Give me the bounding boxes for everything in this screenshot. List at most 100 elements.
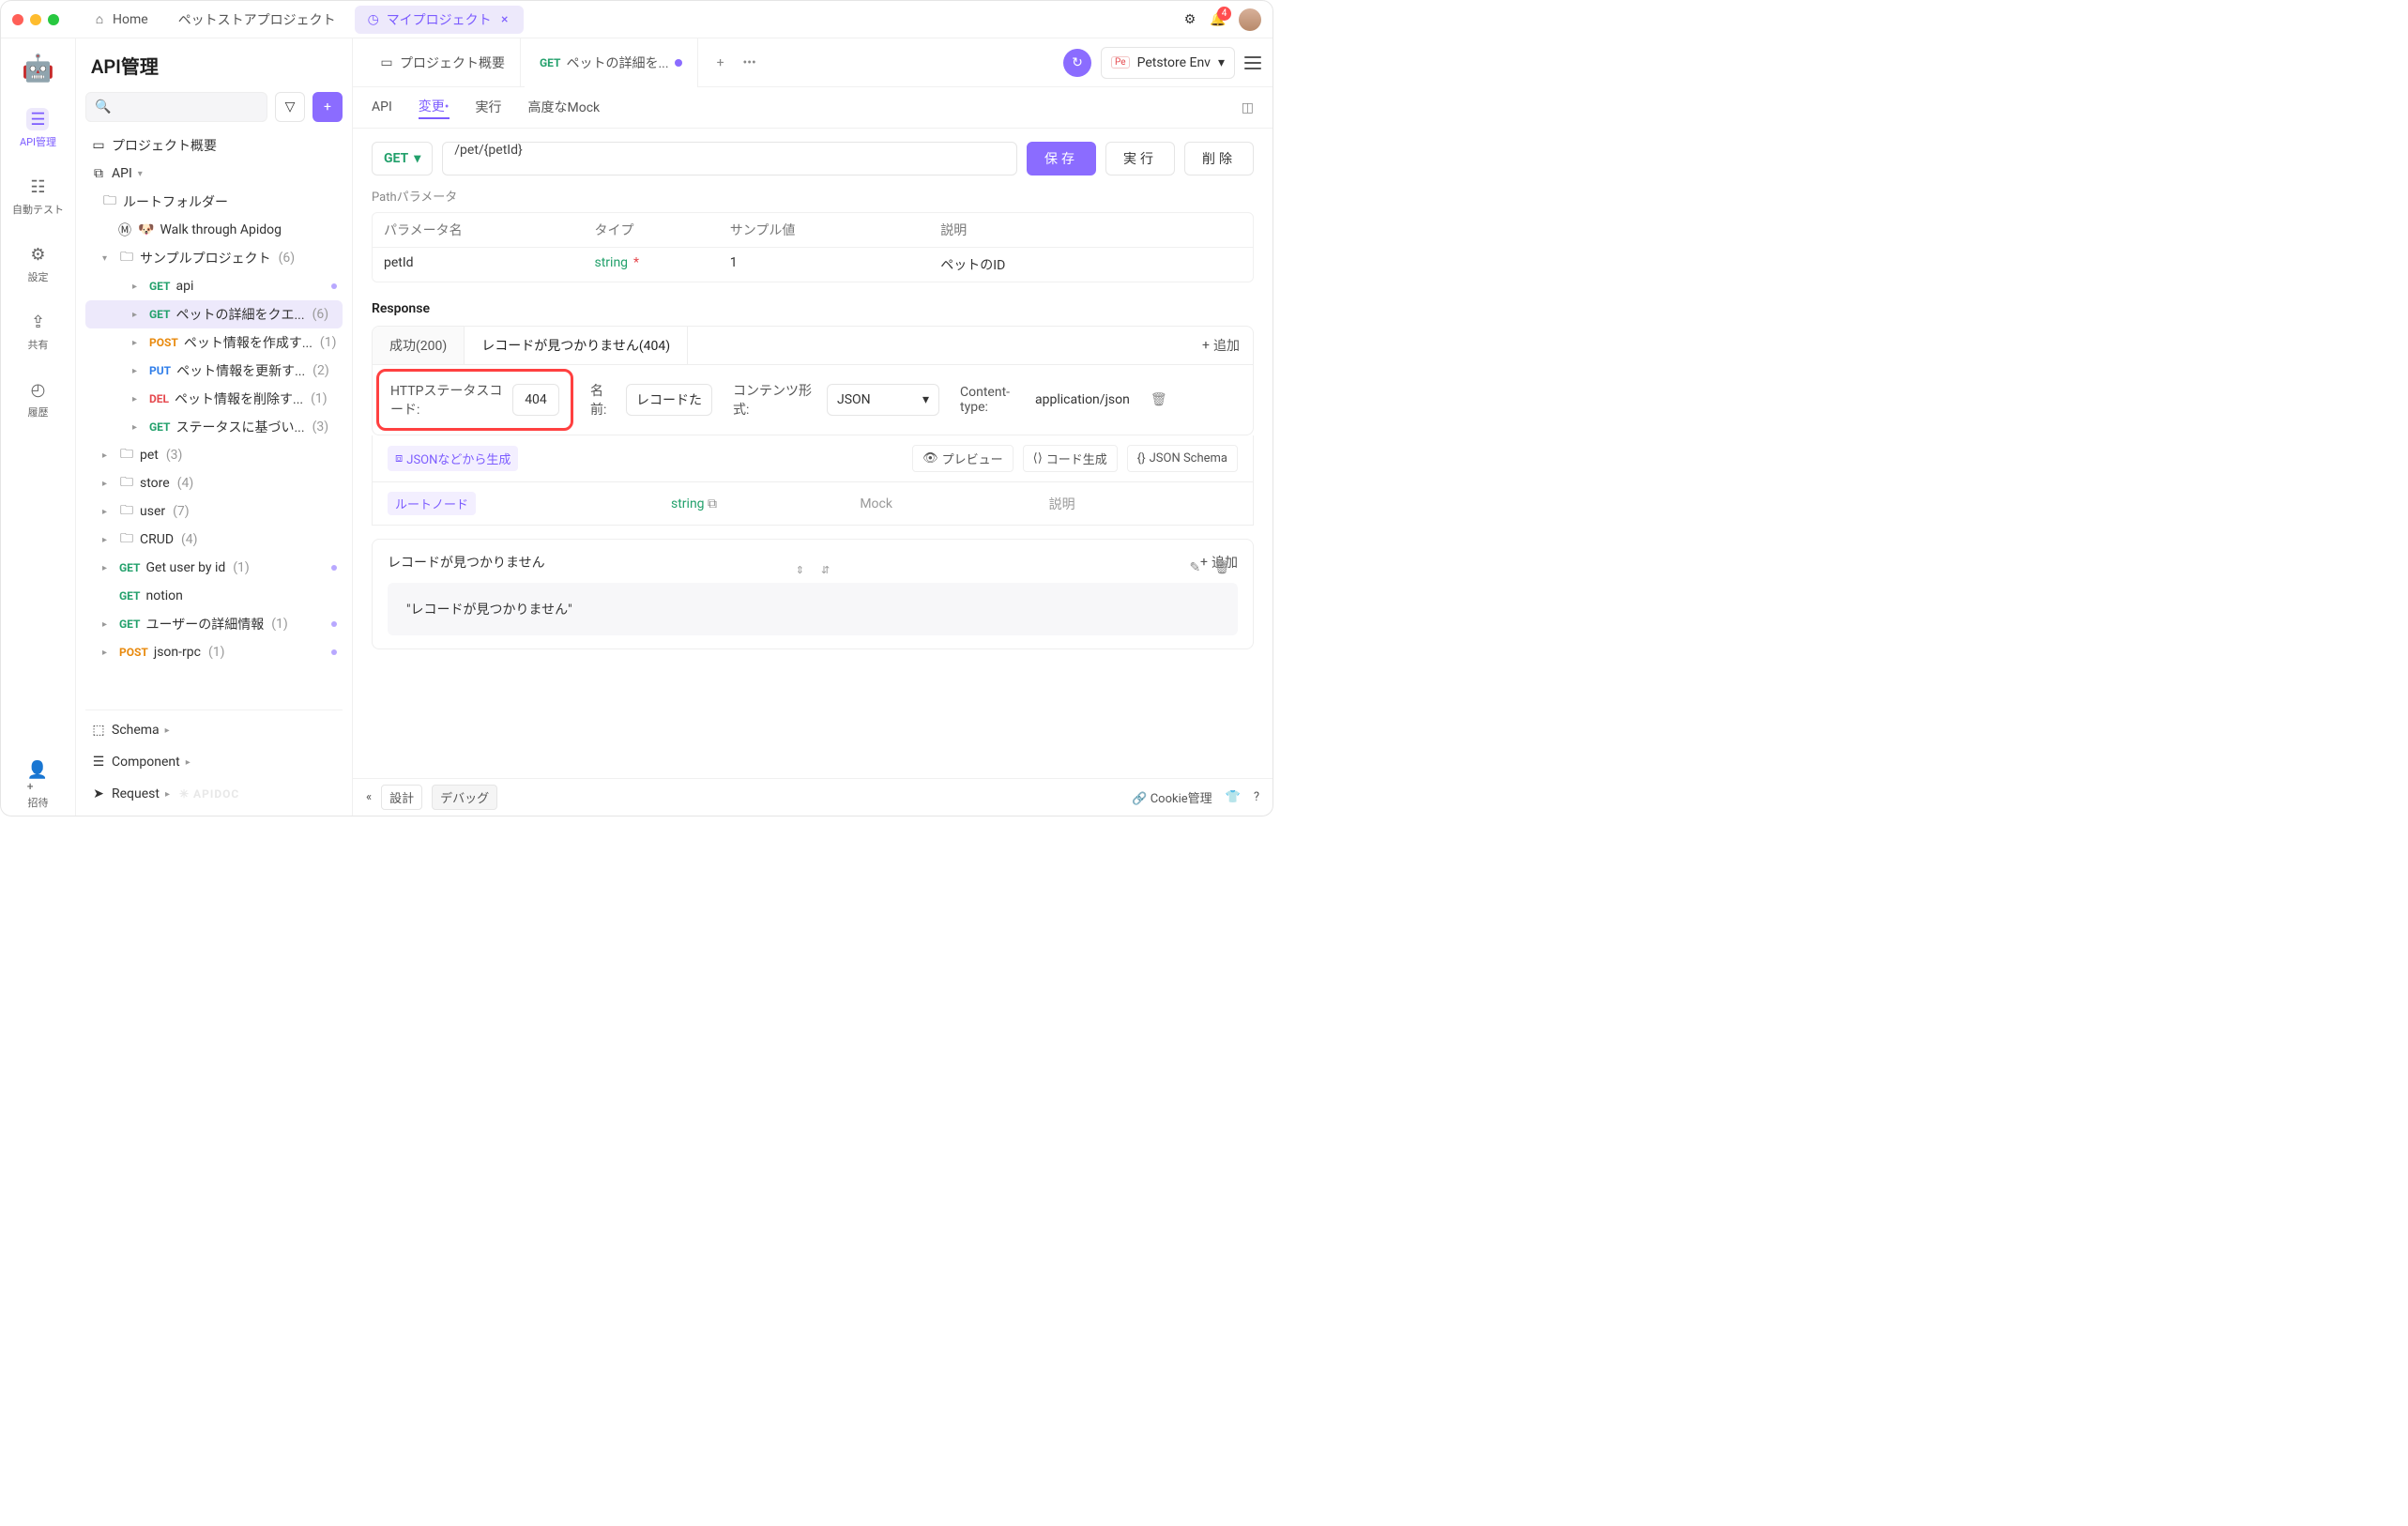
settings-icon[interactable]: ⚙: [1182, 12, 1197, 27]
menu-icon[interactable]: [1244, 56, 1261, 69]
example-body[interactable]: "レコードが見つかりません": [388, 583, 1238, 635]
url-input[interactable]: /pet/{petId}: [442, 142, 1017, 175]
tree-api-item[interactable]: ▸GETGet user by id(1): [85, 554, 343, 582]
search-input[interactable]: 🔍: [85, 92, 267, 122]
param-type[interactable]: string: [594, 255, 628, 270]
trash-icon[interactable]: 🗑: [1151, 392, 1167, 407]
help-icon[interactable]: ?: [1254, 790, 1259, 804]
tree-walkthrough[interactable]: Ⓜ 🐶 Walk through Apidog: [85, 216, 343, 244]
example-title: レコードが見つかりません: [388, 553, 545, 572]
edit-icon[interactable]: ✎: [1189, 560, 1200, 575]
tree-api-item[interactable]: ▸PUTペット情報を更新す...(2): [85, 357, 343, 385]
footer-design[interactable]: 設計: [381, 785, 422, 810]
format-select[interactable]: JSON▾: [827, 384, 939, 416]
expand-icon[interactable]: ⇕: [796, 564, 804, 576]
add-button[interactable]: +: [312, 92, 343, 122]
subtab-mock[interactable]: 高度なMock: [528, 98, 601, 118]
shirt-icon[interactable]: 👕: [1226, 790, 1241, 804]
tab-petstore[interactable]: ペットストアプロジェクト: [167, 6, 347, 34]
resp-tab-200[interactable]: 成功(200): [373, 327, 465, 364]
name-input[interactable]: レコードた: [626, 384, 712, 416]
subtab-change[interactable]: 変更•: [419, 97, 450, 119]
tree-folder[interactable]: ▸🗀user(7): [85, 497, 343, 526]
collapse-icon[interactable]: ⇵: [821, 564, 830, 576]
codegen-button[interactable]: ⟨⟩コード生成: [1023, 445, 1118, 472]
rail-settings-label: 設定: [28, 269, 49, 284]
tree-api-item[interactable]: ▸DELペット情報を削除す...(1): [85, 385, 343, 413]
mock-header: Mock: [860, 496, 1048, 511]
tree-schema[interactable]: ⬚ Schema ▸: [85, 714, 343, 746]
nav-rail: 🤖 ☰ API管理 ☷ 自動テスト ⚙ 設定 ⇪ 共有 ◴ 履歴 👤⁺ 招待: [1, 38, 76, 816]
link-icon[interactable]: ⧉: [708, 496, 717, 511]
chevron-right-icon: ▸: [165, 789, 176, 800]
run-button[interactable]: 実行: [1105, 142, 1175, 175]
tree-component[interactable]: ☰ Component ▸: [85, 746, 343, 778]
main-tab-api[interactable]: GET ペットの詳細を...: [525, 38, 698, 87]
jsonschema-button[interactable]: {}JSON Schema: [1127, 445, 1238, 472]
resp-tab-404[interactable]: レコードが見つかりません(404): [465, 327, 688, 364]
tree-root-folder[interactable]: 🗀 ルートフォルダー: [85, 188, 343, 216]
params-table: パラメータ名 タイプ サンプル値 説明 petId string* 1 ペットの…: [372, 212, 1254, 282]
count: (1): [233, 560, 250, 575]
preview-button[interactable]: 👁プレビュー: [912, 445, 1013, 472]
notifications-icon[interactable]: 🔔 4: [1211, 12, 1226, 27]
status-input[interactable]: 404: [512, 384, 559, 416]
rail-share[interactable]: ⇪ 共有: [27, 305, 50, 358]
delete-button[interactable]: 削除: [1184, 142, 1254, 175]
close-tab-icon[interactable]: ×: [497, 12, 512, 27]
schema-root-chip[interactable]: ルートノード: [388, 492, 476, 515]
tree-folder[interactable]: ▸🗀CRUD(4): [85, 526, 343, 554]
close-window[interactable]: [12, 14, 23, 25]
subtab-run[interactable]: 実行: [476, 98, 502, 118]
method-selector[interactable]: GET ▾: [372, 142, 433, 175]
refresh-button[interactable]: ↻: [1063, 49, 1091, 77]
schema-type[interactable]: string: [671, 496, 705, 511]
main-tab-add[interactable]: +: [702, 38, 739, 87]
panel-icon[interactable]: ◫: [1242, 100, 1254, 115]
tree-sample-folder[interactable]: ▾ 🗀 サンプルプロジェクト (6): [85, 244, 343, 272]
footer-debug[interactable]: デバッグ: [432, 785, 497, 810]
method-badge: GET: [119, 561, 140, 574]
tree-folder[interactable]: ▸🗀pet(3): [85, 441, 343, 469]
tree-api-group[interactable]: ⧉ API ▾: [85, 160, 343, 188]
tree-folder[interactable]: ▸🗀store(4): [85, 469, 343, 497]
more-icon[interactable]: •••: [743, 55, 756, 70]
param-sample[interactable]: 1: [730, 255, 941, 274]
markdown-icon: Ⓜ: [117, 221, 132, 239]
save-button[interactable]: 保存: [1027, 142, 1096, 175]
rail-settings[interactable]: ⚙ 設定: [27, 237, 50, 290]
rail-api[interactable]: ☰ API管理: [20, 102, 56, 155]
tab-myproject[interactable]: ◷ マイプロジェクト ×: [355, 6, 524, 34]
tree-api-label: API: [112, 166, 132, 181]
env-selector[interactable]: Pe Petstore Env ▾: [1101, 47, 1235, 79]
generate-from-json[interactable]: ⧈JSONなどから生成: [388, 446, 518, 471]
collapse-panel-icon[interactable]: «: [366, 790, 372, 804]
filter-button[interactable]: ▽: [275, 92, 305, 122]
rail-autotest[interactable]: ☷ 自動テスト: [12, 170, 64, 222]
resp-add-button[interactable]: +追加: [1189, 327, 1253, 364]
rail-history[interactable]: ◴ 履歴: [27, 373, 50, 425]
minimize-window[interactable]: [30, 14, 41, 25]
tree-item-label: json-rpc: [154, 645, 201, 660]
maximize-window[interactable]: [48, 14, 59, 25]
tree-api-item[interactable]: ▸GETapi: [85, 272, 343, 300]
method-badge: POST: [119, 646, 148, 659]
tree-api-item[interactable]: GETnotion: [85, 582, 343, 610]
tab-home[interactable]: ⌂ Home: [81, 8, 160, 32]
tree-api-item[interactable]: ▸GETステータスに基づい...(3): [85, 413, 343, 441]
param-name[interactable]: petId: [384, 255, 594, 274]
tree-api-item[interactable]: ▸POSTペット情報を作成す...(1): [85, 328, 343, 357]
avatar[interactable]: [1239, 8, 1261, 31]
subtab-api[interactable]: API: [372, 99, 392, 116]
param-desc[interactable]: ペットのID: [940, 255, 1242, 274]
rail-invite[interactable]: 👤⁺ 招待: [27, 763, 50, 816]
plus-icon: +: [1202, 338, 1210, 353]
tree-api-item[interactable]: ▸GETペットの詳細をクエ...(6): [85, 300, 343, 328]
tree-overview[interactable]: ▭ プロジェクト概要: [85, 131, 343, 160]
trash-icon[interactable]: 🗑: [1213, 560, 1230, 575]
cookie-link[interactable]: 🔗 Cookie管理: [1132, 788, 1212, 806]
tree-api-item[interactable]: ▸POSTjson-rpc(1): [85, 638, 343, 666]
main-tab-overview[interactable]: ▭ プロジェクト概要: [364, 38, 521, 87]
tree-api-item[interactable]: ▸GETユーザーの詳細情報(1): [85, 610, 343, 638]
tab-title: ペットの詳細を...: [566, 53, 668, 72]
